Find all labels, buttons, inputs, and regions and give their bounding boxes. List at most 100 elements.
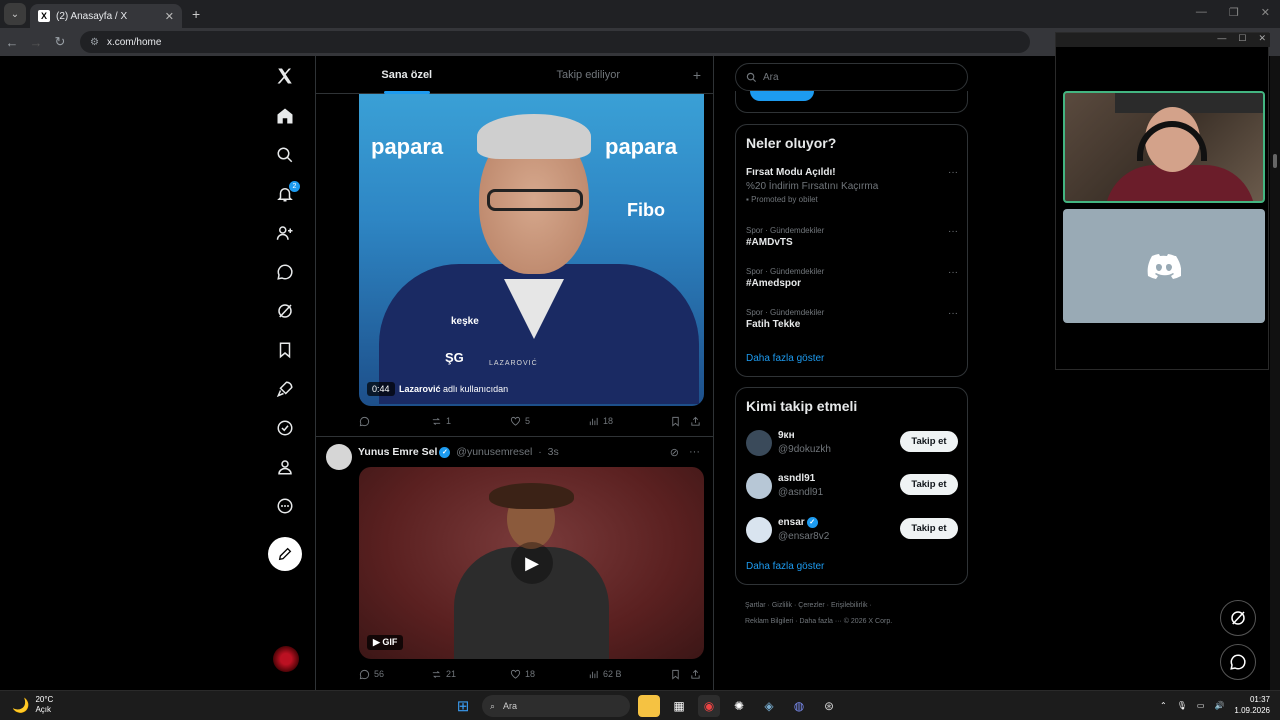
verified-premium-icon[interactable] — [270, 413, 300, 443]
browser-tab[interactable]: X (2) Anasayfa / X ✕ — [30, 4, 182, 28]
post-gif-media[interactable]: ▶ ▶ GIF — [359, 467, 704, 659]
grok-icon[interactable] — [270, 296, 300, 326]
app-icon[interactable]: ⊛ — [818, 695, 840, 717]
user-name[interactable]: 9кн — [778, 430, 795, 441]
share-button[interactable] — [690, 669, 701, 680]
premium-subscribe-button[interactable] — [750, 91, 814, 101]
store-icon[interactable]: ▦ — [668, 695, 690, 717]
volume-icon[interactable]: 🔊 — [1214, 701, 1224, 710]
tab-close-icon[interactable]: ✕ — [165, 10, 174, 23]
suggested-user[interactable]: 9кн @9dokuzkh Takip et — [746, 428, 958, 462]
bookmark-button[interactable] — [670, 669, 690, 680]
footer-line[interactable]: Şartlar · Gizlilik · Çerezler · Erişileb… — [745, 598, 965, 614]
back-icon[interactable]: ← — [0, 35, 24, 50]
views-button[interactable]: 18 — [588, 416, 670, 427]
like-button[interactable]: 18 — [510, 669, 588, 680]
notifications-bell-icon[interactable]: 2 — [270, 179, 300, 209]
follow-add-user-icon[interactable] — [270, 218, 300, 248]
overlay-maximize-icon[interactable]: ☐ — [1238, 33, 1246, 47]
user-name[interactable]: ensar ✓ — [778, 517, 818, 528]
avatar[interactable] — [746, 473, 772, 499]
follow-show-more-link[interactable]: Daha fazla göster — [746, 561, 824, 572]
discord-icon[interactable]: ◍ — [788, 695, 810, 717]
close-window-icon[interactable]: ✕ — [1261, 6, 1270, 19]
follow-button[interactable]: Takip et — [900, 474, 958, 495]
repost-button[interactable]: 1 — [431, 416, 510, 427]
share-button[interactable] — [690, 416, 701, 427]
weather-widget[interactable]: 🌙 20°C Açık — [12, 695, 53, 715]
taskbar-search[interactable]: ⌕ Ara — [482, 695, 630, 717]
minimize-icon[interactable]: — — [1196, 6, 1207, 19]
promoted-trend[interactable]: Fırsat Modu Açıldı! %20 İndirim Fırsatın… — [746, 167, 958, 204]
user-handle: @ensar8v2 — [778, 531, 830, 542]
restore-icon[interactable]: ❐ — [1229, 6, 1239, 19]
post2-author[interactable]: Yunus Emre Sel ✓ @yunusemresel · 3s — [358, 446, 559, 458]
grok-floating-button[interactable] — [1220, 600, 1256, 636]
clock[interactable]: 01:37 1.09.2026 — [1234, 694, 1270, 716]
overlay-close-icon[interactable]: ✕ — [1258, 33, 1266, 47]
views-button[interactable]: 62 B — [588, 669, 670, 680]
tab-following[interactable]: Takip ediliyor — [498, 56, 680, 94]
bookmark-button[interactable] — [670, 416, 690, 427]
x-logo-icon[interactable] — [270, 61, 300, 91]
suggested-user[interactable]: asndl91 @asndl91 Takip et — [746, 471, 958, 505]
tab-for-you[interactable]: Sana özel — [316, 56, 498, 94]
tab-search-button[interactable]: ⌄ — [4, 3, 26, 25]
repost-button[interactable]: 21 — [431, 669, 510, 680]
reload-icon[interactable]: ↻ — [48, 34, 72, 50]
windows-start-icon[interactable]: ⊞ — [452, 695, 474, 717]
follow-button[interactable]: Takip et — [900, 431, 958, 452]
chrome-icon[interactable]: ◉ — [698, 695, 720, 717]
account-avatar[interactable] — [273, 646, 299, 672]
tray-chevron-icon[interactable]: ⌃ — [1160, 701, 1167, 710]
avatar[interactable] — [746, 517, 772, 543]
app-icon[interactable]: ◈ — [758, 695, 780, 717]
forward-icon[interactable]: → — [24, 35, 48, 50]
reply-button[interactable] — [359, 416, 431, 427]
trend-item[interactable]: Spor · Gündemdekiler #Amedspor ··· — [746, 267, 958, 289]
trend-more-icon[interactable]: ··· — [948, 167, 958, 178]
site-info-icon[interactable]: ⚙ — [90, 37, 99, 48]
post-time[interactable]: 3s — [548, 446, 559, 458]
reply-button[interactable]: 56 — [359, 669, 431, 680]
compose-post-button[interactable] — [268, 537, 302, 571]
avatar[interactable] — [746, 430, 772, 456]
explore-search-icon[interactable] — [270, 140, 300, 170]
overlay-minimize-icon[interactable]: — — [1217, 33, 1226, 47]
rocket-icon[interactable] — [270, 374, 300, 404]
author-handle[interactable]: @yunusemresel — [456, 446, 532, 458]
footer-line[interactable]: Reklam Bilgileri · Daha fazla ··· © 2026… — [745, 614, 965, 630]
trend-more-icon[interactable]: ··· — [948, 308, 958, 319]
follow-button[interactable]: Takip et — [900, 518, 958, 539]
search-input[interactable]: Ara — [735, 63, 968, 91]
post-video-media[interactable]: papara papara Fibo keşke ŞG LAZAROVIĆ 0:… — [359, 94, 704, 406]
like-button[interactable]: 5 — [510, 416, 588, 427]
display-icon[interactable]: ▭ — [1197, 701, 1205, 710]
trend-more-icon[interactable]: ··· — [948, 267, 958, 278]
add-feed-icon[interactable]: + — [679, 67, 713, 83]
scrollbar-thumb[interactable] — [1273, 154, 1277, 168]
user-name[interactable]: asndl91 — [778, 473, 815, 484]
post2-avatar[interactable] — [326, 444, 352, 470]
file-explorer-icon[interactable] — [638, 695, 660, 717]
home-icon[interactable] — [270, 101, 300, 131]
new-tab-button[interactable]: + — [192, 6, 200, 22]
author-name[interactable]: Yunus Emre Sel — [358, 446, 437, 458]
url-field[interactable]: ⚙ x.com/home — [80, 31, 1030, 53]
profile-icon[interactable] — [270, 452, 300, 482]
trend-more-icon[interactable]: ··· — [948, 226, 958, 237]
microphone-icon[interactable]: 🎙 — [1177, 701, 1187, 710]
play-icon[interactable]: ▶ — [511, 542, 553, 584]
page-scrollbar[interactable] — [1270, 56, 1280, 690]
trend-item[interactable]: Spor · Gündemdekiler Fatih Tekke ··· — [746, 308, 958, 330]
chatgpt-icon[interactable]: ✺ — [728, 695, 750, 717]
bookmarks-icon[interactable] — [270, 335, 300, 365]
trend-item[interactable]: Spor · Gündemdekiler #AMDvTS ··· — [746, 226, 958, 248]
suggested-user[interactable]: ensar ✓ @ensar8v2 Takip et — [746, 515, 958, 549]
messages-floating-button[interactable] — [1220, 644, 1256, 680]
messages-chat-icon[interactable] — [270, 257, 300, 287]
post-more-icon[interactable]: ··· — [689, 446, 700, 459]
trends-show-more-link[interactable]: Daha fazla göster — [746, 353, 824, 364]
grok-explain-icon[interactable]: ⊘ — [670, 446, 679, 459]
more-options-icon[interactable] — [270, 491, 300, 521]
